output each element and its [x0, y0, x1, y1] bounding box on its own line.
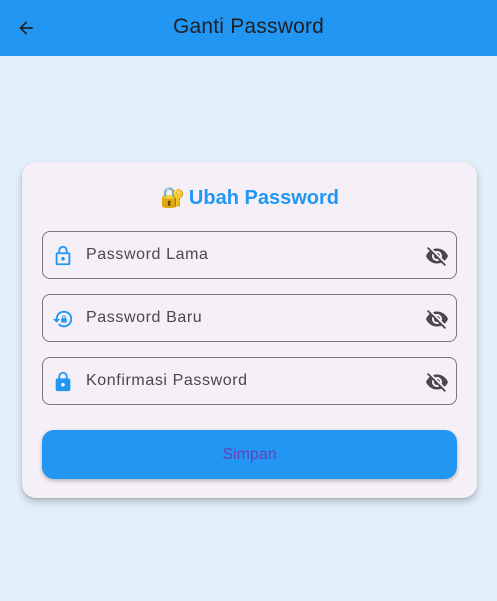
visibility-off-icon[interactable]	[425, 307, 449, 331]
visibility-off-icon[interactable]	[425, 244, 449, 268]
new-password-input[interactable]	[86, 304, 406, 332]
confirm-password-input[interactable]	[86, 367, 406, 395]
visibility-off-icon[interactable]	[425, 370, 449, 394]
change-password-card: 🔐 Ubah Password Simpan	[22, 162, 477, 498]
lock-key-emoji: 🔐	[160, 187, 185, 209]
card-title-text: Ubah Password	[188, 187, 339, 209]
new-password-field[interactable]	[42, 294, 457, 342]
lock-icon	[52, 371, 74, 393]
app-bar: Ganti Password	[0, 0, 497, 56]
lock-reset-icon	[52, 308, 74, 330]
save-button[interactable]: Simpan	[42, 430, 457, 479]
old-password-field[interactable]	[42, 231, 457, 279]
old-password-input[interactable]	[86, 241, 406, 269]
lock-outline-icon	[52, 245, 74, 267]
page-title: Ganti Password	[172, 15, 325, 38]
confirm-password-field[interactable]	[42, 357, 457, 405]
card-title: 🔐 Ubah Password	[22, 185, 477, 210]
